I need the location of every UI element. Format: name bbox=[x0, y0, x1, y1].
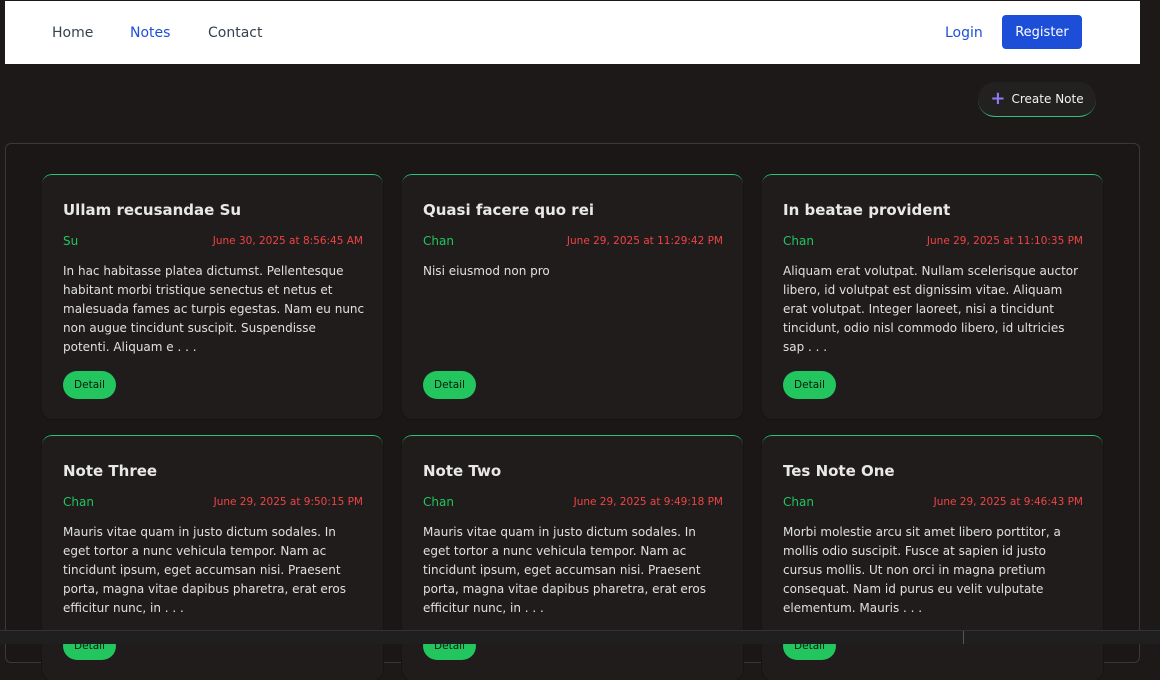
note-body: In hac habitasse platea dictumst. Pellen… bbox=[63, 264, 365, 354]
note-date: June 29, 2025 at 11:29:42 PM bbox=[566, 235, 723, 247]
note-author: Chan bbox=[63, 495, 94, 509]
note-body: Aliquam erat volutpat. Nullam scelerisqu… bbox=[783, 264, 1079, 354]
note-title: Note Three bbox=[63, 462, 158, 480]
note-title: Ullam recusandae Su bbox=[63, 201, 242, 219]
note-title: Note Two bbox=[423, 462, 502, 480]
login-link[interactable]: Login bbox=[945, 25, 983, 42]
note-card: Ullam recusandae Su Su June 30, 2025 at … bbox=[42, 174, 383, 419]
note-body: Mauris vitae quam in justo dictum sodale… bbox=[63, 525, 347, 615]
note-author: Chan bbox=[423, 234, 454, 248]
create-note-button[interactable]: + Create Note bbox=[978, 82, 1096, 117]
note-date: June 29, 2025 at 9:50:15 PM bbox=[213, 496, 363, 508]
note-title: Tes Note One bbox=[783, 462, 895, 480]
note-title: Quasi facere quo rei bbox=[423, 201, 595, 219]
note-date: June 29, 2025 at 9:49:18 PM bbox=[573, 496, 723, 508]
note-body: Morbi molestie arcu sit amet libero port… bbox=[783, 525, 1061, 615]
create-note-label: Create Note bbox=[1011, 92, 1084, 106]
register-button[interactable]: Register bbox=[1002, 15, 1082, 49]
navbar: Home Notes Contact Login Register bbox=[5, 1, 1140, 64]
note-author: Chan bbox=[783, 495, 814, 509]
note-card: Quasi facere quo rei Chan June 29, 2025 … bbox=[402, 174, 743, 419]
notes-panel: Ullam recusandae Su Su June 30, 2025 at … bbox=[5, 143, 1140, 680]
detail-button[interactable]: Detail bbox=[783, 371, 836, 399]
detail-button[interactable]: Detail bbox=[423, 371, 476, 399]
note-date: June 29, 2025 at 11:10:35 PM bbox=[926, 235, 1083, 247]
note-card: In beatae provident Chan June 29, 2025 a… bbox=[762, 174, 1103, 419]
taskbar bbox=[0, 630, 1160, 644]
note-date: June 30, 2025 at 8:56:45 AM bbox=[212, 235, 363, 247]
note-date: June 29, 2025 at 9:46:43 PM bbox=[933, 496, 1083, 508]
note-author: Su bbox=[63, 234, 79, 248]
note-author: Chan bbox=[423, 495, 454, 509]
taskbar-divider bbox=[963, 631, 964, 644]
note-title: In beatae provident bbox=[783, 201, 951, 219]
nav-contact-link[interactable]: Contact bbox=[208, 25, 262, 42]
nav-notes-link[interactable]: Notes bbox=[130, 25, 170, 42]
plus-icon: + bbox=[990, 88, 1006, 109]
note-author: Chan bbox=[783, 234, 814, 248]
detail-button[interactable]: Detail bbox=[63, 371, 116, 399]
note-body: Mauris vitae quam in justo dictum sodale… bbox=[423, 525, 707, 615]
nav-home-link[interactable]: Home bbox=[52, 25, 93, 42]
note-body: Nisi eiusmod non pro bbox=[423, 264, 550, 278]
